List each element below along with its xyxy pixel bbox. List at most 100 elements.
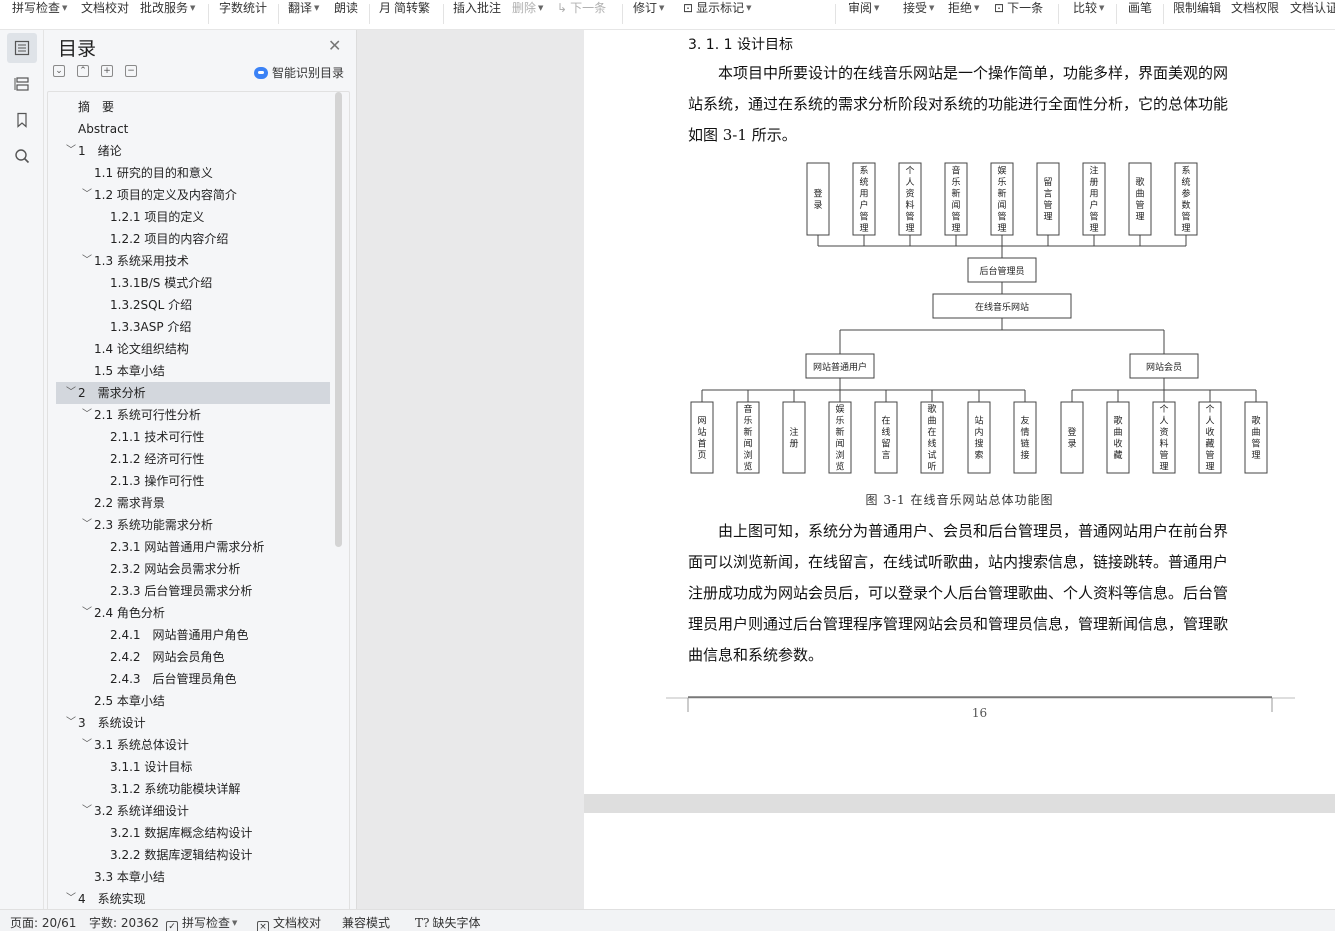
add-heading-icon[interactable]: + [101, 65, 113, 77]
toolbar-separator [835, 4, 836, 24]
chapter-nav-icon[interactable] [7, 69, 37, 99]
toc-item[interactable]: 2.3.1 网站普通用户需求分析 [56, 536, 330, 558]
toc-item[interactable]: ﹀ 1.3 系统采用技术 [56, 250, 330, 272]
toolbar-item[interactable]: 朗读 [334, 0, 358, 18]
toolbar-item[interactable]: 批改服务 ▼ [140, 0, 195, 18]
smart-toc-button[interactable]: 智能识别目录 [254, 64, 344, 81]
missing-font-status[interactable]: T? 缺失字体 [415, 914, 480, 931]
toc-item[interactable]: 1.5 本章小结 [56, 360, 330, 382]
toc-item[interactable]: 1.3.1B/S 模式介绍 [56, 272, 330, 294]
toc-item[interactable]: 2.3.3 后台管理员需求分析 [56, 580, 330, 602]
close-icon[interactable]: ✕ [328, 36, 341, 55]
toc-item[interactable]: 3.2.2 数据库逻辑结构设计 [56, 844, 330, 866]
module-char: 友 [1020, 414, 1029, 426]
toolbar-item[interactable]: 接受 ▼ [903, 0, 934, 18]
toolbar-item[interactable]: 审阅 ▼ [848, 0, 879, 18]
toc-item[interactable]: 3.2.1 数据库概念结构设计 [56, 822, 330, 844]
toc-item-label: 3.1.2 系统功能模块详解 [110, 782, 241, 796]
search-icon[interactable] [7, 141, 37, 171]
word-count[interactable]: 字数: 20362 [89, 914, 159, 931]
toc-item[interactable]: ﹀ 3.2 系统详细设计 [56, 800, 330, 822]
toolbar-item[interactable]: 字数统计 [219, 0, 267, 18]
toc-item[interactable]: 2.2 需求背景 [56, 492, 330, 514]
remove-heading-icon[interactable]: − [125, 65, 137, 77]
module-char: 管 [1135, 199, 1144, 211]
document-area[interactable]: 3. 1. 1 设计目标 本项目中所要设计的在线音乐网站是一个操作简单，功能多样… [357, 30, 1335, 909]
toc-item[interactable]: ﹀ 2 需求分析 [56, 382, 330, 404]
spell-check-status[interactable]: ✓ 拼写检查 ▼ [166, 914, 237, 931]
module-char: 页 [697, 450, 706, 461]
collapse-all-icon[interactable]: ⌄ [53, 65, 65, 77]
chevron-down-icon[interactable]: ﹀ [82, 184, 92, 206]
toc-item[interactable]: ﹀ 2.1 系统可行性分析 [56, 404, 330, 426]
toolbar-item[interactable]: 文档权限 [1231, 0, 1279, 18]
toc-item[interactable]: ﹀ 4 系统实现 [56, 888, 330, 910]
toc-item[interactable]: Abstract [56, 118, 330, 140]
toc-item[interactable]: 2.5 本章小结 [56, 690, 330, 712]
toc-scrollbar[interactable] [335, 92, 342, 547]
chevron-down-icon[interactable]: ﹀ [82, 404, 92, 426]
module-char: 户 [1089, 199, 1098, 211]
toc-item[interactable]: 1.3.3ASP 介绍 [56, 316, 330, 338]
chevron-down-icon[interactable]: ﹀ [66, 712, 76, 734]
chevron-down-icon[interactable]: ﹀ [82, 514, 92, 536]
toolbar-item[interactable]: 拒绝 ▼ [948, 0, 979, 18]
toc-item[interactable]: 1.2.2 项目的内容介绍 [56, 228, 330, 250]
bookmark-icon[interactable] [7, 105, 37, 135]
page-indicator[interactable]: 页面: 20/61 [10, 914, 76, 931]
chevron-down-icon: ▼ [874, 4, 880, 12]
toolbar-item[interactable]: 修订 ▼ [633, 0, 664, 18]
toolbar-item[interactable]: 比较 ▼ [1073, 0, 1104, 18]
toc-item[interactable]: ﹀ 2.4 角色分析 [56, 602, 330, 624]
toc-item[interactable]: 2.1.1 技术可行性 [56, 426, 330, 448]
module-char: 链 [1020, 437, 1029, 449]
toolbar-item[interactable]: 删除 ▼ [512, 0, 543, 18]
toc-item[interactable]: ﹀ 3 系统设计 [56, 712, 330, 734]
toolbar-item[interactable]: 拼写检查 ▼ [12, 0, 67, 18]
toolbar-item[interactable]: 限制编辑 [1173, 0, 1221, 18]
toc-item[interactable]: 3.1.2 系统功能模块详解 [56, 778, 330, 800]
toc-item[interactable]: 2.1.2 经济可行性 [56, 448, 330, 470]
toc-item[interactable]: 2.4.3 后台管理员角色 [56, 668, 330, 690]
toc-item[interactable]: 3.1.1 设计目标 [56, 756, 330, 778]
toc-item[interactable]: 1.4 论文组织结构 [56, 338, 330, 360]
toc-icon[interactable] [7, 33, 37, 63]
expand-up-icon[interactable]: ⌃ [77, 65, 89, 77]
paragraph-line: 注册成功成为网站会员后，可以登录个人后台管理歌曲、个人资料等信息。后台管 [688, 584, 1229, 602]
module-char: 听 [927, 461, 936, 472]
toc-item[interactable]: ﹀ 1.2 项目的定义及内容简介 [56, 184, 330, 206]
toc-item[interactable]: ﹀ 3.1 系统总体设计 [56, 734, 330, 756]
toc-item[interactable]: 3.3 本章小结 [56, 866, 330, 888]
chevron-down-icon[interactable]: ﹀ [66, 140, 76, 162]
toolbar-item[interactable]: 插入批注 [453, 0, 501, 18]
toolbar-item[interactable]: 文档校对 [81, 0, 129, 18]
toolbar-item[interactable]: 画笔 [1128, 0, 1152, 18]
toc-item[interactable]: 1.2.1 项目的定义 [56, 206, 330, 228]
chevron-down-icon[interactable]: ﹀ [82, 734, 92, 756]
toc-item[interactable]: 2.3.2 网站会员需求分析 [56, 558, 330, 580]
toc-item[interactable]: 2.4.2 网站会员角色 [56, 646, 330, 668]
toc-item[interactable]: 1.3.2SQL 介绍 [56, 294, 330, 316]
toc-item[interactable]: 1.1 研究的目的和意义 [56, 162, 330, 184]
paragraph-line: 由上图可知，系统分为普通用户、会员和后台管理员，普通网站用户在前台界 [688, 522, 1229, 540]
chevron-down-icon[interactable]: ﹀ [82, 250, 92, 272]
toc-item[interactable]: 2.4.1 网站普通用户角色 [56, 624, 330, 646]
proofread-status[interactable]: × 文档校对 [257, 914, 321, 931]
toc-item[interactable]: ﹀ 2.3 系统功能需求分析 [56, 514, 330, 536]
toolbar-item[interactable]: ↳ 下一条 [557, 0, 606, 18]
chevron-down-icon[interactable]: ﹀ [66, 382, 76, 404]
toolbar-item[interactable]: 文档认证 [1290, 0, 1335, 18]
toolbar-item-label: 字数统计 [219, 1, 268, 15]
chevron-down-icon[interactable]: ﹀ [66, 888, 76, 910]
panel-title: 目录 [58, 38, 97, 60]
toc-item[interactable]: ﹀ 1 绪论 [56, 140, 330, 162]
compat-mode[interactable]: 兼容模式 [342, 914, 390, 931]
toolbar-item[interactable]: 翻译 ▼ [288, 0, 319, 18]
toolbar-item[interactable]: ⊡ 下一条 [994, 0, 1043, 18]
toc-item[interactable]: 2.1.3 操作可行性 [56, 470, 330, 492]
toolbar-item[interactable]: ⊡ 显示标记 ▼ [683, 0, 751, 18]
toolbar-item[interactable]: ⽉简转繁 [379, 0, 430, 18]
toc-item[interactable]: 摘 要 [56, 96, 330, 118]
chevron-down-icon[interactable]: ﹀ [82, 800, 92, 822]
chevron-down-icon[interactable]: ﹀ [82, 602, 92, 624]
